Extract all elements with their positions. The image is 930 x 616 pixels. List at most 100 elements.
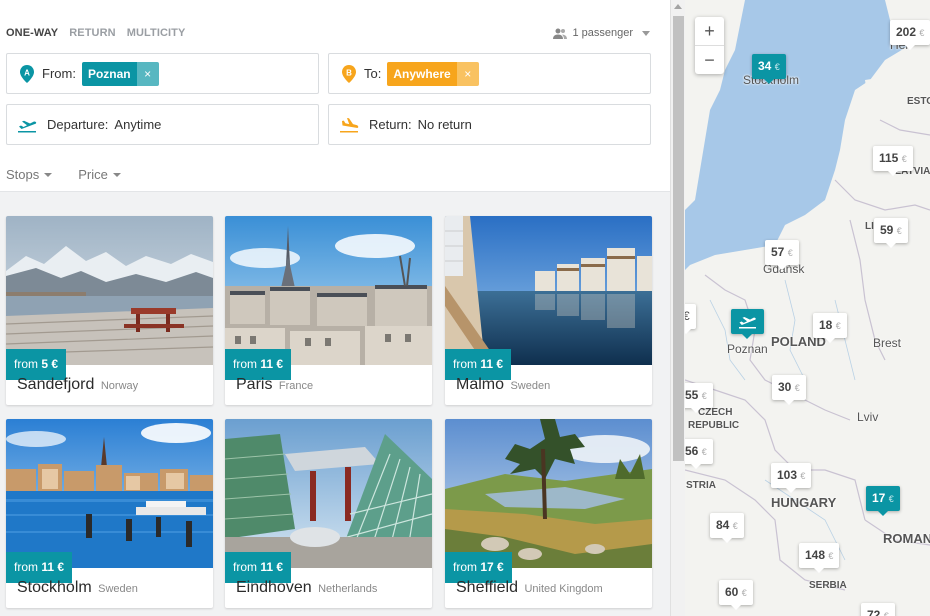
destination-city: Sheffield	[456, 579, 518, 596]
tab-one-way[interactable]: ONE-WAY	[6, 27, 58, 39]
map-price-marker[interactable]: 17 €	[866, 486, 900, 516]
map-price-marker[interactable]: 57 €	[765, 240, 799, 270]
departure-label: Departure:	[47, 117, 109, 132]
currency-symbol: €	[835, 321, 841, 331]
destination-name: Malmo Sweden	[456, 376, 550, 394]
from-label: From:	[42, 66, 76, 81]
map-price-value: 34	[758, 59, 772, 73]
price-prefix: from	[453, 560, 477, 574]
map-price-marker[interactable]: 56 €	[685, 439, 713, 469]
scrollbar-thumb[interactable]	[673, 16, 684, 461]
destination-card[interactable]: from 11 € Eindhoven Netherlands	[225, 419, 432, 608]
map-price-marker[interactable]: 72 €	[861, 603, 895, 616]
price-map[interactable]: + − Hel Stockholm ESTO LATVIA LI Gdańsk …	[685, 0, 930, 616]
map-price-marker[interactable]: 30 €	[772, 375, 806, 405]
destination-card[interactable]: from 11 € Paris France	[225, 216, 432, 405]
destination-city: Malmo	[456, 376, 505, 393]
currency-symbol: €	[896, 226, 902, 236]
return-field[interactable]: Return: No return	[328, 104, 651, 145]
trip-type-tabs: ONE-WAY RETURN MULTICITY	[6, 27, 185, 39]
price-prefix: from	[233, 560, 257, 574]
chevron-down-icon	[112, 172, 121, 177]
map-price-marker[interactable]: 60 €	[719, 580, 753, 610]
map-price-value: 103	[777, 468, 798, 482]
price-prefix: from	[453, 357, 477, 371]
map-price-marker[interactable]: 34 €	[752, 54, 786, 84]
to-chip[interactable]: Anywhere ×	[387, 61, 479, 86]
destination-country: Sweden	[510, 380, 551, 392]
to-field[interactable]: B To: Anywhere ×	[328, 53, 651, 94]
price-value: 5 €	[41, 357, 59, 371]
scroll-up-icon[interactable]	[674, 4, 682, 9]
price-filter[interactable]: Price	[78, 167, 121, 182]
map-label: LI	[865, 221, 874, 232]
passenger-count: 1 passenger	[572, 27, 633, 39]
passenger-selector[interactable]: 1 passenger	[553, 27, 650, 39]
map-price-marker[interactable]: €	[685, 304, 696, 334]
map-price-value: 18	[819, 318, 833, 332]
stops-filter-label: Stops	[6, 167, 40, 182]
tab-multicity[interactable]: MULTICITY	[127, 27, 186, 39]
map-price-marker[interactable]: 84 €	[710, 513, 744, 543]
close-icon[interactable]: ×	[456, 61, 479, 86]
map-price-marker[interactable]: 103 €	[771, 463, 812, 493]
price-filter-label: Price	[78, 167, 108, 182]
map-price-value: 115	[879, 151, 899, 165]
currency-symbol: €	[732, 521, 738, 531]
map-price-marker[interactable]: 202 €	[890, 20, 930, 50]
from-chip[interactable]: Poznan ×	[81, 61, 159, 86]
destination-name: Sheffield United Kingdom	[456, 579, 603, 597]
map-price-value: 55	[685, 388, 699, 402]
currency-symbol: €	[701, 447, 707, 457]
destination-card[interactable]: from 17 € Sheffield United Kingdom	[445, 419, 652, 608]
scrollbar[interactable]	[670, 0, 685, 616]
price-value: 17 €	[480, 560, 504, 574]
pin-a-icon: A	[20, 64, 34, 83]
zoom-control: + −	[695, 17, 724, 74]
destination-name: Sandefjord Norway	[17, 376, 138, 394]
zoom-out-button[interactable]: −	[695, 45, 724, 73]
map-price-value: 148	[805, 548, 826, 562]
map-label: STRIA	[686, 480, 716, 491]
departure-field[interactable]: Departure: Anytime	[6, 104, 319, 145]
to-label: To:	[364, 66, 382, 81]
map-price-value: 72	[867, 608, 881, 616]
svg-text:B: B	[346, 68, 352, 77]
map-price-marker[interactable]: 115 €	[873, 146, 913, 176]
price-prefix: from	[14, 560, 38, 574]
plane-takeoff-icon	[739, 317, 756, 329]
map-label: Lviv	[857, 410, 879, 424]
currency-symbol: €	[888, 494, 894, 504]
destination-card[interactable]: from 11 € Malmo Sweden	[445, 216, 652, 405]
stops-filter[interactable]: Stops	[6, 167, 53, 182]
chevron-down-icon	[44, 172, 53, 177]
currency-symbol: €	[741, 588, 747, 598]
close-icon[interactable]: ×	[136, 61, 159, 86]
destination-card[interactable]: from 5 € Sandefjord Norway	[6, 216, 213, 405]
price-value: 11 €	[260, 357, 284, 371]
map-price-value: 17	[872, 491, 886, 505]
destination-name: Eindhoven Netherlands	[236, 579, 377, 597]
price-value: 11 €	[480, 357, 504, 371]
map-price-marker[interactable]: 55 €	[685, 383, 713, 413]
currency-symbol: €	[901, 154, 907, 164]
map-price-marker[interactable]: 18 €	[813, 313, 847, 343]
destination-card[interactable]: from 11 € Stockholm Sweden	[6, 419, 213, 608]
currency-symbol: €	[883, 611, 889, 616]
map-price-marker[interactable]: 59 €	[874, 218, 908, 248]
map-label: CZECH	[698, 407, 733, 418]
zoom-in-button[interactable]: +	[695, 17, 724, 45]
currency-symbol: €	[919, 28, 925, 38]
chevron-down-icon	[642, 30, 650, 36]
map-price-marker[interactable]: 148 €	[799, 543, 840, 573]
from-field[interactable]: A From: Poznan ×	[6, 53, 319, 94]
pin-b-icon: B	[342, 64, 356, 83]
price-value: 11 €	[41, 560, 65, 574]
destination-photo	[6, 216, 213, 365]
map-label: Poznan	[727, 342, 768, 356]
map-price-value: 57	[771, 245, 785, 259]
to-chip-text: Anywhere	[387, 61, 457, 86]
origin-marker[interactable]	[731, 309, 764, 339]
currency-symbol: €	[828, 551, 834, 561]
tab-return[interactable]: RETURN	[69, 27, 115, 39]
